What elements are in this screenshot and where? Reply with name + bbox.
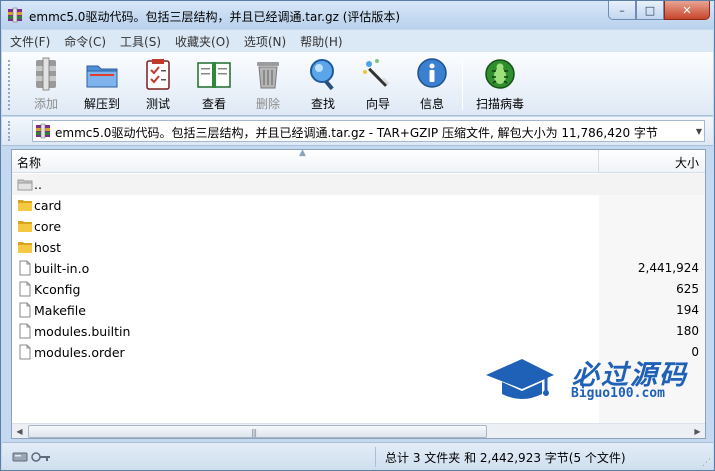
find-magnifier-icon	[310, 59, 334, 91]
file-size: 2,441,924	[637, 261, 699, 275]
list-item-kconfig[interactable]: Kconfig 625	[12, 279, 705, 300]
file-name: host	[34, 240, 61, 255]
virus-scan-button[interactable]: 扫描病毒	[470, 56, 530, 112]
file-name: Makefile	[34, 303, 86, 318]
trash-icon	[257, 62, 279, 89]
test-clipboard-icon	[146, 59, 170, 90]
view-label: 查看	[201, 97, 226, 111]
virus-scan-icon	[485, 59, 515, 89]
menu-commands[interactable]: 命令(C)	[64, 33, 106, 50]
maximize-button[interactable]: □	[636, 1, 664, 20]
window-controls: – □ ✕	[608, 1, 710, 21]
column-name-header[interactable]: 名称	[17, 154, 41, 171]
file-icon	[19, 302, 31, 318]
list-item-modules-builtin[interactable]: modules.builtin 180	[12, 321, 705, 342]
add-archive-icon	[36, 57, 56, 91]
add-button[interactable]: 添加	[20, 56, 72, 112]
delete-button[interactable]: 删除	[242, 56, 294, 112]
address-bar: emmc5.0驱动代码。包括三层结构，并且已经调通.tar.gz - TAR+G…	[2, 117, 713, 146]
scroll-right-icon[interactable]: ▶	[690, 424, 705, 439]
folder-icon	[18, 242, 32, 253]
file-size: 625	[676, 282, 699, 296]
file-name: built-in.o	[34, 261, 90, 276]
toolbar-grip[interactable]	[8, 60, 11, 110]
close-button[interactable]: ✕	[664, 1, 710, 20]
file-icon	[19, 281, 31, 297]
up-folder-icon	[17, 179, 33, 191]
horizontal-scrollbar[interactable]: ◀ ||| ▶	[12, 423, 705, 438]
list-item-core[interactable]: core	[12, 216, 705, 237]
column-divider[interactable]	[598, 150, 599, 173]
info-icon	[417, 58, 447, 88]
file-icon	[19, 344, 31, 360]
watermark-subtitle: Biguo100.com	[571, 386, 665, 401]
test-label: 测试	[145, 97, 170, 111]
toolbar: 添加 解压到 测试 查看 删除 查找 向导 信息 扫描病毒	[2, 52, 713, 116]
extract-button[interactable]: 解压到	[76, 56, 128, 112]
graduation-cap-icon	[486, 359, 554, 399]
file-icon	[19, 323, 31, 339]
winrar-app-icon[interactable]	[7, 7, 23, 23]
list-item-card[interactable]: card	[12, 195, 705, 216]
window-title: emmc5.0驱动代码。包括三层结构，并且已经调通.tar.gz (评估版本)	[29, 10, 401, 24]
menu-favorites[interactable]: 收藏夹(O)	[175, 33, 230, 50]
extract-folder-icon	[86, 65, 118, 88]
file-name: Kconfig	[34, 282, 81, 297]
file-name: ..	[34, 177, 42, 192]
file-icon	[19, 260, 31, 276]
wizard-label: 向导	[365, 97, 390, 111]
status-drive-key-icon	[12, 452, 50, 462]
list-item-host[interactable]: host	[12, 237, 705, 258]
address-text: emmc5.0驱动代码。包括三层结构，并且已经调通.tar.gz - TAR+G…	[55, 126, 658, 140]
test-button[interactable]: 测试	[132, 56, 184, 112]
delete-label: 删除	[255, 97, 280, 111]
address-field[interactable]: emmc5.0驱动代码。包括三层结构，并且已经调通.tar.gz - TAR+G…	[32, 120, 705, 142]
file-size: 194	[676, 303, 699, 317]
list-item-built-in[interactable]: built-in.o 2,441,924	[12, 258, 705, 279]
info-button[interactable]: 信息	[406, 56, 458, 112]
menu-bar: 文件(F) 命令(C) 工具(S) 收藏夹(O) 选项(N) 帮助(H)	[2, 30, 713, 52]
menu-tools[interactable]: 工具(S)	[120, 33, 161, 50]
scrollbar-thumb[interactable]: |||	[28, 425, 487, 438]
resize-grip-icon[interactable]: ⋰	[702, 458, 711, 468]
archive-icon	[36, 123, 50, 139]
list-item-makefile[interactable]: Makefile 194	[12, 300, 705, 321]
minimize-button[interactable]: –	[608, 1, 636, 20]
wizard-button[interactable]: 向导	[352, 56, 404, 112]
menu-options[interactable]: 选项(N)	[244, 33, 286, 50]
watermark-logo: 必过源码 Biguo100.com	[484, 353, 699, 409]
file-name: modules.builtin	[34, 324, 131, 339]
status-divider	[375, 447, 376, 467]
folder-icon	[18, 221, 32, 232]
list-item-up[interactable]: ..	[12, 174, 705, 195]
address-grip[interactable]	[8, 121, 11, 141]
scroll-left-icon[interactable]: ◀	[12, 424, 27, 439]
add-label: 添加	[33, 97, 58, 111]
sort-arrow-icon: ▲	[299, 148, 306, 158]
title-bar[interactable]: emmc5.0驱动代码。包括三层结构，并且已经调通.tar.gz (评估版本) …	[1, 1, 714, 29]
extract-label: 解压到	[83, 97, 120, 111]
find-button[interactable]: 查找	[297, 56, 349, 112]
dropdown-arrow-icon[interactable]: ▼	[696, 127, 702, 136]
file-size: 180	[676, 324, 699, 338]
folder-icon	[18, 200, 32, 211]
view-button[interactable]: 查看	[188, 56, 240, 112]
status-text: 总计 3 文件夹 和 2,442,923 字节(5 个文件)	[385, 451, 626, 465]
file-name: card	[34, 198, 62, 213]
virus-scan-label: 扫描病毒	[475, 97, 524, 111]
column-header: ▲ 名称 大小	[12, 148, 705, 173]
scroll-grip-icon: |||	[251, 428, 257, 437]
file-name: modules.order	[34, 345, 125, 360]
find-label: 查找	[310, 97, 335, 111]
winrar-window: emmc5.0驱动代码。包括三层结构，并且已经调通.tar.gz (评估版本) …	[0, 0, 715, 471]
info-label: 信息	[419, 97, 444, 111]
menu-file[interactable]: 文件(F)	[10, 33, 50, 50]
view-book-icon	[197, 62, 231, 88]
wizard-wand-icon	[363, 59, 390, 87]
toolbar-separator	[462, 58, 463, 110]
column-size-header[interactable]: 大小	[675, 154, 699, 171]
menu-help[interactable]: 帮助(H)	[300, 33, 342, 50]
status-bar: 总计 3 文件夹 和 2,442,923 字节(5 个文件) ⋰	[2, 442, 713, 470]
file-name: core	[34, 219, 62, 234]
